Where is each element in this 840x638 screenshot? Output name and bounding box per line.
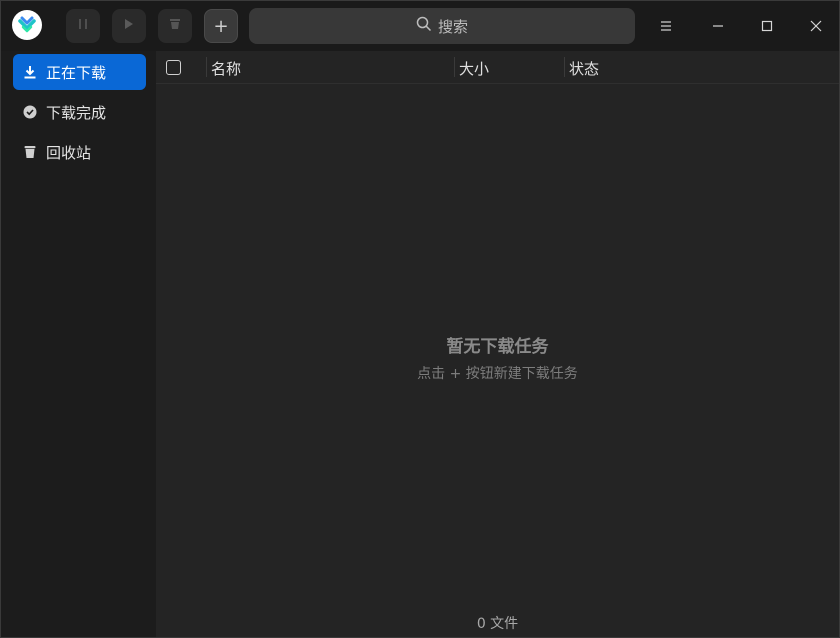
plus-icon: + xyxy=(213,15,229,37)
sidebar-item-downloading[interactable]: 正在下载 xyxy=(13,54,146,90)
app-logo-icon xyxy=(12,10,42,40)
add-task-button[interactable]: + xyxy=(204,9,238,43)
empty-state-title: 暂无下载任务 xyxy=(446,337,549,357)
titlebar: + 搜索 xyxy=(1,1,839,51)
sidebar-item-label: 下载完成 xyxy=(46,103,107,122)
select-all-checkbox[interactable] xyxy=(166,60,181,75)
sidebar-item-label: 正在下载 xyxy=(46,63,107,82)
pause-icon xyxy=(78,18,88,34)
sidebar-item-trash[interactable]: 回收站 xyxy=(13,134,146,170)
column-header-name[interactable]: 名称 xyxy=(211,58,241,79)
column-header-status[interactable]: 状态 xyxy=(569,58,599,79)
search-icon xyxy=(416,16,432,36)
trash-icon xyxy=(22,144,38,160)
delete-button[interactable] xyxy=(158,9,192,43)
menu-button[interactable] xyxy=(653,13,679,39)
close-icon xyxy=(810,17,822,36)
minimize-icon xyxy=(712,17,724,36)
search-input[interactable]: 搜索 xyxy=(249,8,635,44)
column-divider xyxy=(206,57,207,77)
column-divider xyxy=(454,57,455,77)
play-icon xyxy=(124,18,134,34)
close-button[interactable] xyxy=(803,13,829,39)
empty-state-hint: 点击 + 按钮新建下载任务 xyxy=(417,366,578,382)
sidebar: 正在下载 下载完成 回收站 xyxy=(1,51,156,637)
minimize-button[interactable] xyxy=(705,13,731,39)
sidebar-item-label: 回收站 xyxy=(46,143,92,162)
start-button[interactable] xyxy=(112,9,146,43)
sidebar-item-completed[interactable]: 下载完成 xyxy=(13,94,146,130)
check-circle-icon xyxy=(22,104,38,120)
trash-icon xyxy=(170,18,180,34)
column-header-size[interactable]: 大小 xyxy=(459,58,489,79)
search-placeholder: 搜索 xyxy=(437,17,468,36)
menu-icon xyxy=(660,17,672,36)
column-divider xyxy=(564,57,565,77)
maximize-button[interactable] xyxy=(754,13,780,39)
maximize-icon xyxy=(761,17,773,36)
download-icon xyxy=(22,64,38,80)
file-count-status: 0 文件 xyxy=(476,616,519,632)
pause-button[interactable] xyxy=(66,9,100,43)
table-header: 名称 大小 状态 xyxy=(156,51,839,84)
download-list-panel: 名称 大小 状态 暂无下载任务 点击 + 按钮新建下载任务 0 文件 xyxy=(156,51,839,637)
app-window: + 搜索 正在下载 下载完成 回收站 名称 大小 状态 暂无下载任务 点击 + … xyxy=(0,0,840,638)
